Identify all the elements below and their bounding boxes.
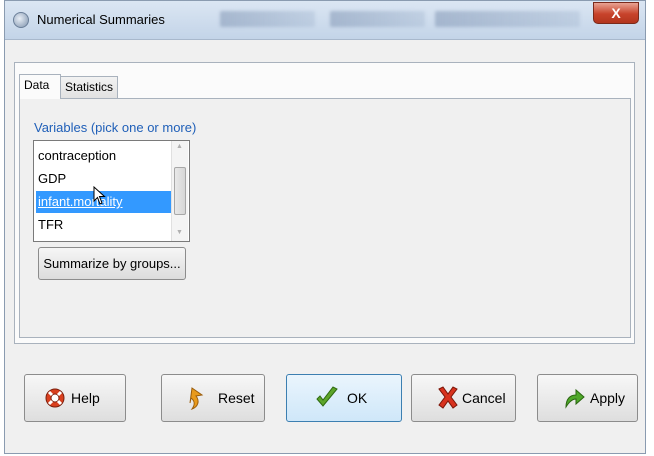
help-button[interactable]: Help xyxy=(24,374,126,422)
cancel-button[interactable]: Cancel xyxy=(411,374,516,422)
r-logo-icon xyxy=(13,12,29,28)
checkmark-icon xyxy=(287,375,343,421)
close-button[interactable]: X xyxy=(593,2,639,24)
scroll-up-icon[interactable]: ▲ xyxy=(176,143,183,150)
tab-statistics[interactable]: Statistics xyxy=(60,76,118,99)
title-bar[interactable]: Numerical Summaries X xyxy=(5,1,645,40)
scroll-thumb[interactable] xyxy=(174,167,186,215)
ok-button[interactable]: OK xyxy=(286,374,402,422)
list-item[interactable]: contraception xyxy=(36,145,171,167)
apply-button[interactable]: Apply xyxy=(537,374,638,422)
mouse-cursor-icon xyxy=(93,186,107,206)
listbox-scrollbar[interactable]: ▲ ▼ xyxy=(171,141,188,241)
blurred-taskbar-2 xyxy=(330,11,425,27)
reset-button[interactable]: Reset xyxy=(161,374,265,422)
window-title: Numerical Summaries xyxy=(37,12,165,27)
scroll-down-icon[interactable]: ▼ xyxy=(176,229,183,236)
undo-arrow-icon xyxy=(162,375,210,421)
tab-data[interactable]: Data xyxy=(19,74,61,99)
summarize-by-groups-button[interactable]: Summarize by groups... xyxy=(38,247,186,280)
blurred-taskbar-3 xyxy=(435,11,580,27)
blurred-taskbar-1 xyxy=(220,11,315,27)
lifebuoy-icon xyxy=(25,375,65,421)
variables-listbox[interactable]: contraception GDP infant.mortality TFR xyxy=(33,140,190,242)
variables-label: Variables (pick one or more) xyxy=(34,120,197,135)
green-arrow-icon xyxy=(538,375,586,421)
list-item[interactable]: TFR xyxy=(36,214,171,236)
red-x-icon xyxy=(412,375,460,421)
